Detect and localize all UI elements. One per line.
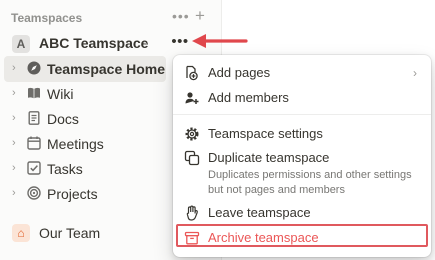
menu-item-description: Duplicates permissions and other setting… (208, 169, 412, 196)
menu-item-label: Duplicate teamspace (208, 150, 330, 165)
add-pages-menu-item[interactable]: Add pages › (173, 61, 431, 83)
target-icon (27, 186, 41, 200)
add-page-icon (186, 65, 198, 81)
sidebar-item-label: Our Team (39, 225, 101, 241)
book-icon (28, 87, 40, 99)
chevron-right-icon[interactable]: › (12, 62, 16, 74)
teamspace-more-icon[interactable]: ••• (170, 33, 190, 53)
menu-divider (173, 114, 431, 115)
menu-item-label: Teamspace settings (208, 126, 323, 141)
leave-teamspace-menu-item[interactable]: Leave teamspace (173, 201, 431, 223)
teamspace-settings-menu-item[interactable]: Teamspace settings (173, 122, 431, 144)
checkbox-icon (27, 161, 41, 175)
gear-icon (185, 127, 199, 141)
teamspace-row[interactable]: A ABC Teamspace ⌄ ••• (0, 33, 222, 55)
menu-item-label: Leave teamspace (208, 205, 311, 220)
chevron-down-icon[interactable]: ⌄ (141, 35, 150, 48)
sidebar-item-label: Meetings (47, 136, 104, 152)
hand-wave-icon (186, 205, 198, 221)
chevron-right-icon[interactable]: › (12, 137, 16, 149)
teamspace-context-menu: Add pages › Add members Teamspace settin… (173, 55, 431, 257)
chevron-right-icon[interactable]: › (12, 162, 16, 174)
more-icon[interactable]: ••• (172, 8, 190, 24)
menu-item-label: Add pages (208, 65, 271, 80)
duplicate-teamspace-menu-item[interactable]: Duplicate teamspace Duplicates permissio… (173, 146, 431, 196)
sidebar-item-label: Teamspace Home (47, 61, 166, 77)
add-members-menu-item[interactable]: Add members (173, 86, 431, 108)
sidebar-item-label: Docs (47, 111, 79, 127)
document-icon (28, 111, 40, 125)
sidebar-item-label: Projects (47, 186, 98, 202)
sidebar-item-label: Tasks (47, 161, 83, 177)
teamspace-name: ABC Teamspace (39, 35, 149, 51)
compass-icon (27, 61, 41, 75)
home-icon: ⌂ (12, 224, 30, 242)
chevron-right-icon[interactable]: › (12, 112, 16, 124)
calendar-icon (27, 136, 41, 150)
section-title: Teamspaces (11, 11, 83, 25)
chevron-right-icon: › (413, 66, 417, 80)
duplicate-icon (184, 150, 200, 166)
teamspace-avatar: A (12, 35, 30, 53)
sidebar-item-teamspace-home[interactable]: › Teamspace Home (4, 56, 166, 82)
sidebar-item-label: Wiki (47, 86, 74, 102)
add-icon[interactable]: + (195, 6, 205, 26)
chevron-right-icon[interactable]: › (12, 87, 16, 99)
menu-item-label: Add members (208, 90, 289, 105)
chevron-right-icon[interactable]: › (12, 187, 16, 199)
red-arrow-annotation (192, 34, 248, 48)
add-member-icon (185, 92, 199, 104)
teamspaces-section-header: Teamspaces ••• + (0, 6, 222, 28)
highlight-box-annotation (176, 224, 428, 247)
